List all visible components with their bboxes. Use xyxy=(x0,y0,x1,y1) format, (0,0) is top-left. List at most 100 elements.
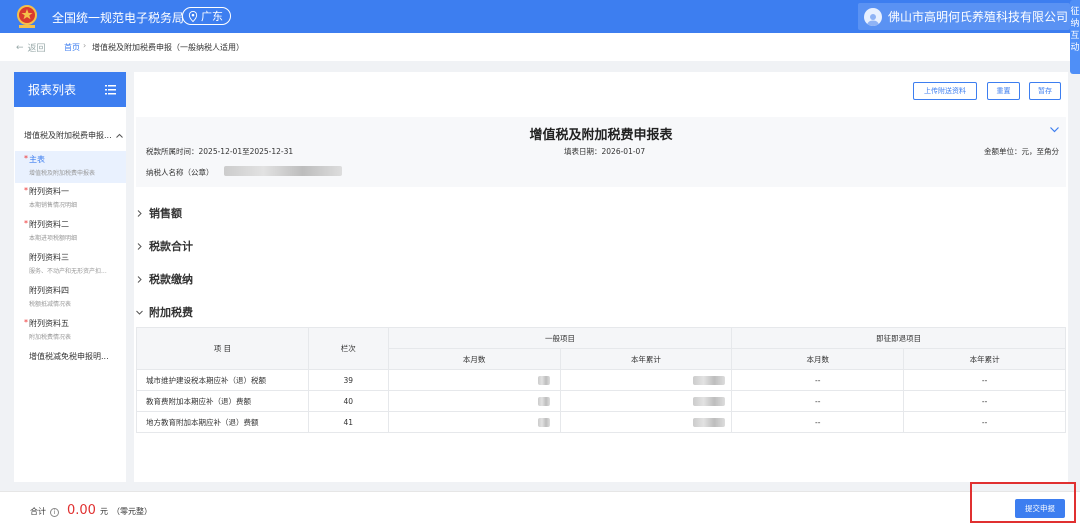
interaction-float-panel[interactable]: 征纳互动 xyxy=(1070,0,1080,74)
section-sales[interactable]: 销售额 xyxy=(136,205,182,221)
refund-month-cell: -- xyxy=(731,411,905,433)
list-menu-icon[interactable] xyxy=(105,84,116,95)
section-tax-paid[interactable]: 税款缴纳 xyxy=(136,271,193,287)
sidebar-item-title: 附列资料三 xyxy=(29,253,69,262)
breadcrumb-home-link[interactable]: 首页 xyxy=(64,42,80,53)
user-avatar-icon xyxy=(864,7,882,26)
header-immediate-refund: 即征即退项目 xyxy=(731,327,1066,349)
sidebar-item-subtitle: 增值税及附加税费申报表 xyxy=(29,170,96,177)
section-title: 税款合计 xyxy=(149,240,193,253)
breadcrumb-separator: › xyxy=(83,41,87,50)
chevron-down-icon xyxy=(136,310,143,315)
refund-year-cell: -- xyxy=(903,411,1066,433)
section-surtax[interactable]: 附加税费 xyxy=(136,304,193,320)
chevron-right-icon xyxy=(137,275,142,283)
sidebar-item-appendix-3[interactable]: 附列资料三 服务、不动产和无形资产扣... xyxy=(15,252,126,275)
sidebar-item-subtitle: 服务、不动产和无形资产扣... xyxy=(29,268,107,275)
company-name: 佛山市高明何氏养殖科技有限公司 xyxy=(888,10,1069,24)
row-item-name: 教育费附加本期应补（退）费额 xyxy=(136,390,309,412)
redacted-taxpayer-name xyxy=(224,166,342,176)
sidebar-group-label: 增值税及附加税费申报... xyxy=(24,131,112,140)
sidebar-title: 报表列表 xyxy=(28,83,77,97)
back-arrow-icon: ← xyxy=(16,42,24,53)
redacted-value xyxy=(537,396,550,406)
chevron-up-icon xyxy=(115,133,123,138)
company-account[interactable]: 佛山市高明何氏养殖科技有限公司 xyxy=(858,3,1070,30)
sidebar-item-subtitle: 附加税费情况表 xyxy=(29,334,72,341)
sidebar-item-vat-exemption[interactable]: 增值税减免税申报明... xyxy=(15,351,126,362)
sidebar-item-appendix-5[interactable]: * 附列资料五 附加税费情况表 xyxy=(15,318,126,341)
float-panel-text: 征纳互动 xyxy=(1070,7,1080,53)
location-pin-icon xyxy=(188,10,198,22)
header-general-month: 本月数 xyxy=(387,348,561,370)
section-title: 销售额 xyxy=(149,207,182,220)
top-header: 全国统一规范电子税务局 广东 佛山市高明何氏养殖科技有限公司 xyxy=(0,0,1080,33)
fill-date: 填表日期：2026-01-07 xyxy=(564,147,646,156)
header-column-no: 栏次 xyxy=(307,327,389,370)
sidebar-group-vat[interactable]: 增值税及附加税费申报... xyxy=(24,130,123,141)
sidebar-item-subtitle: 本期进项税额明细 xyxy=(29,235,78,242)
sidebar-item-appendix-1[interactable]: * 附列资料一 本期销售情况明细 xyxy=(15,186,126,209)
refund-year-cell: -- xyxy=(903,390,1066,412)
total-amount: 0.00 xyxy=(67,503,96,518)
required-marker: * xyxy=(24,318,28,327)
redacted-value xyxy=(693,396,726,406)
sidebar-item-title: 附列资料一 xyxy=(29,187,69,196)
sidebar-item-title: 附列资料四 xyxy=(29,286,69,295)
info-icon[interactable]: i xyxy=(50,508,59,517)
chevron-right-icon xyxy=(137,209,142,217)
tax-emblem-logo xyxy=(6,3,48,31)
general-month-cell[interactable] xyxy=(387,411,561,433)
table-row: 地方教育附加本期应补（退）费额 41 -- -- xyxy=(136,411,1066,433)
row-item-name: 城市维护建设税本期应补（退）税额 xyxy=(136,369,309,391)
back-button[interactable]: ← 返回 xyxy=(16,41,46,55)
general-month-cell[interactable] xyxy=(387,369,561,391)
footer-bar: 合计 i 0.00 元 （零元整） xyxy=(0,491,1080,525)
redacted-value xyxy=(537,375,550,385)
sidebar-item-appendix-4[interactable]: 附列资料四 税额抵减情况表 xyxy=(15,285,126,308)
back-label: 返回 xyxy=(27,44,46,54)
amount-unit: 金额单位：元，至角分 xyxy=(984,147,1059,156)
breadcrumb-current: 增值税及附加税费申报（一般纳税人适用） xyxy=(92,43,244,52)
sidebar-item-subtitle: 本期销售情况明细 xyxy=(29,202,78,209)
section-title: 税款缴纳 xyxy=(149,273,193,286)
sidebar-item-main-form[interactable]: * 主表 增值税及附加税费申报表 xyxy=(15,151,126,183)
redacted-value xyxy=(693,417,726,427)
upload-attachment-button[interactable]: 上传附送资料 xyxy=(913,82,977,100)
redacted-value xyxy=(693,375,726,385)
header-general: 一般项目 xyxy=(387,327,733,349)
form-title: 增值税及附加税费申报表 xyxy=(529,128,673,143)
region-selector[interactable]: 广东 xyxy=(182,7,231,25)
refund-month-cell: -- xyxy=(731,390,905,412)
general-year-cell[interactable] xyxy=(559,390,733,412)
site-title: 全国统一规范电子税务局 xyxy=(52,11,185,25)
amount-in-chinese: （零元整） xyxy=(111,507,152,516)
required-marker: * xyxy=(24,186,28,195)
currency-label: 元 xyxy=(99,507,108,516)
row-column-no: 39 xyxy=(307,369,389,391)
header-item: 项 目 xyxy=(136,327,309,370)
reset-button[interactable]: 重置 xyxy=(987,82,1020,100)
submit-declaration-button[interactable]: 提交申报 xyxy=(1015,499,1065,518)
row-item-name: 地方教育附加本期应补（退）费额 xyxy=(136,411,309,433)
chevron-right-icon xyxy=(137,242,142,250)
general-year-cell[interactable] xyxy=(559,369,733,391)
section-tax-total[interactable]: 税款合计 xyxy=(136,238,193,254)
sidebar-item-title: 附列资料五 xyxy=(29,319,69,328)
collapse-chevron-icon[interactable] xyxy=(1050,127,1059,133)
header-general-year: 本年累计 xyxy=(559,348,733,370)
sidebar-header: 报表列表 xyxy=(14,72,126,107)
sidebar-item-title: 增值税减免税申报明... xyxy=(29,352,109,361)
total-summary: 合计 i 0.00 元 （零元整） xyxy=(30,503,152,518)
required-marker: * xyxy=(24,154,28,163)
sidebar-item-appendix-2[interactable]: * 附列资料二 本期进项税额明细 xyxy=(15,219,126,242)
table-row: 教育费附加本期应补（退）费额 40 -- -- xyxy=(136,390,1066,412)
save-draft-button[interactable]: 暂存 xyxy=(1029,82,1061,100)
tax-period: 税款所属时间：2025-12-01至2025-12-31 xyxy=(146,147,294,156)
general-month-cell[interactable] xyxy=(387,390,561,412)
header-refund-year: 本年累计 xyxy=(903,348,1066,370)
general-year-cell[interactable] xyxy=(559,411,733,433)
form-header: 增值税及附加税费申报表 税款所属时间：2025-12-01至2025-12-31… xyxy=(136,117,1066,187)
sidebar-item-title: 附列资料二 xyxy=(29,220,69,229)
refund-year-cell: -- xyxy=(903,369,1066,391)
